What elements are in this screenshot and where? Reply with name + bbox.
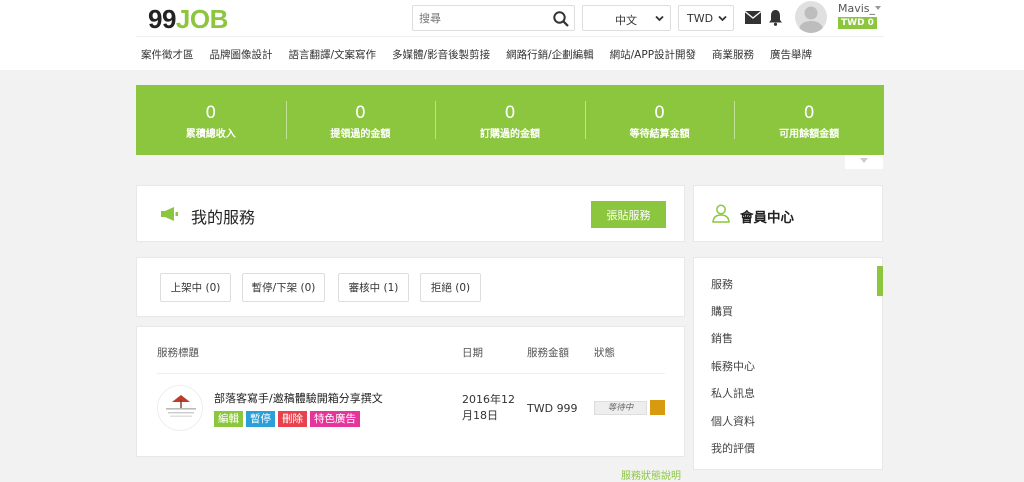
divider [157,373,665,374]
stats-collapse-toggle[interactable] [845,155,883,169]
stat-total-income: 0 累積總收入 [185,103,236,140]
menu-item-profile[interactable]: 個人資料 [711,413,755,429]
balance-badge: TWD 0 [838,17,877,29]
nav-item[interactable]: 網路行銷/企劃編輯 [506,47,594,63]
stat-ordered: 0 訂購過的金額 [435,85,585,155]
menu-item-messages[interactable]: 私人訊息 [711,385,755,401]
menu-item-purchases[interactable]: 購買 [711,303,733,319]
stat-withdrawn: 0 提領過的金額 [285,85,436,155]
status-color-indicator [650,400,665,415]
edit-button[interactable]: 編輯 [214,411,243,427]
filter-reviewing[interactable]: 審核中 (1) [338,273,409,302]
nav-item[interactable]: 多媒體/影音後製剪接 [392,47,490,63]
service-filter-panel: 上架中 (0) 暫停/下架 (0) 審核中 (1) 拒絕 (0) [136,257,685,317]
language-select[interactable]: 中文 [582,5,671,31]
service-actions: 編輯 暫停 刪除 特色廣告 [214,411,363,427]
search-box [412,5,575,31]
stat-available: 0 可用餘額金額 [734,85,884,155]
account-stats: 0 累積總收入 0 提領過的金額 0 訂購過的金額 0 等待結算金額 0 可用餘額金額 [136,85,884,155]
stat-pending: 0 等待結算金額 [584,85,735,155]
top-bar: 99JOB 中文 TWD Mavis_ TWD 0 案件徵才區 品牌圖像設計 語… [0,0,1024,70]
currency-select[interactable]: TWD [678,5,734,31]
post-service-button[interactable]: 張貼服務 [591,201,666,228]
service-price: TWD 999 [527,402,578,415]
menu-item-reviews[interactable]: 我的評價 [711,440,755,456]
chevron-down-icon [718,15,727,22]
mail-icon[interactable] [745,11,761,24]
nav-item[interactable]: 商業服務 [712,47,754,63]
active-indicator [877,266,883,296]
nav-item[interactable]: 網站/APP設計開發 [610,47,696,63]
chevron-down-icon [655,15,664,22]
search-input[interactable] [419,9,549,27]
service-status-help-link[interactable]: 服務狀態說明 [621,467,681,482]
nav-item[interactable]: 語言翻譯/文案寫作 [289,47,377,63]
divider [136,36,884,37]
search-icon[interactable] [552,10,570,28]
featured-ad-button[interactable]: 特色廣告 [310,411,360,427]
services-table: 服務標題 日期 服務金額 狀態 部落客寫手/邀稿體驗開箱分享撰文 編輯 暫停 刪… [136,326,685,457]
page-title: 我的服務 [191,208,256,227]
caret-down-icon [860,158,868,163]
thumbnail-image [158,386,202,430]
column-header-status: 狀態 [594,347,615,359]
nav-item[interactable]: 品牌圖像設計 [210,47,273,63]
category-nav: 案件徵才區 品牌圖像設計 語言翻譯/文案寫作 多媒體/影音後製剪接 網路行銷/企… [141,47,828,63]
menu-item-services[interactable]: 服務 [711,276,733,292]
service-title-link[interactable]: 部落客寫手/邀稿體驗開箱分享撰文 [214,390,383,406]
filter-paused[interactable]: 暫停/下架 (0) [242,273,325,302]
site-logo[interactable]: 99JOB [148,4,228,35]
status-badge: 等待中 [594,401,647,415]
avatar[interactable] [795,1,827,33]
filter-listed[interactable]: 上架中 (0) [160,273,231,302]
username[interactable]: Mavis_ [838,2,875,15]
megaphone-icon [161,207,178,221]
column-header-date: 日期 [462,347,483,359]
pause-button[interactable]: 暫停 [246,411,275,427]
user-icon [712,204,730,223]
services-header-panel: 我的服務 張貼服務 [136,185,685,242]
nav-item[interactable]: 廣告舉牌 [770,47,812,63]
filter-rejected[interactable]: 拒絕 (0) [420,273,481,302]
user-silhouette-icon [798,6,824,33]
column-header-price: 服務金額 [527,347,569,359]
caret-down-icon[interactable] [875,6,881,10]
service-thumbnail[interactable] [157,385,203,431]
delete-button[interactable]: 刪除 [278,411,307,427]
menu-item-billing[interactable]: 帳務中心 [711,358,755,374]
nav-item[interactable]: 案件徵才區 [141,47,194,63]
bell-icon[interactable] [768,9,783,26]
member-center-title: 會員中心 [740,210,794,226]
column-header-title: 服務標題 [157,347,199,359]
menu-item-sales[interactable]: 銷售 [711,330,733,346]
service-date: 2016年12月18日 [462,393,515,422]
member-center-header: 會員中心 [693,185,883,242]
member-menu: 服務 購買 銷售 帳務中心 私人訊息 個人資料 我的評價 [693,257,883,470]
